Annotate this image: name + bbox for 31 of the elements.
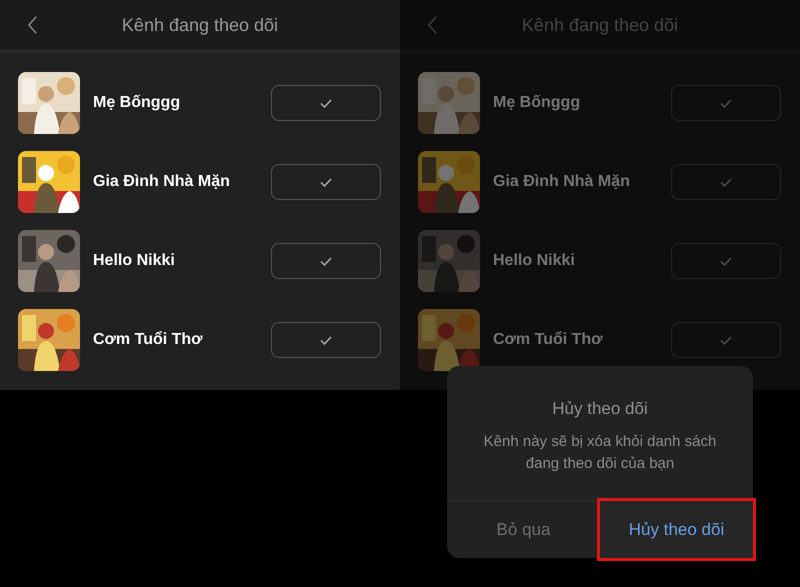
check-icon <box>320 178 332 186</box>
channel-name: Hello Nikki <box>93 251 176 271</box>
check-icon <box>320 256 332 266</box>
channel-name: Cơm Tuổi Thơ <box>93 330 204 350</box>
following-button[interactable] <box>671 322 781 358</box>
following-button[interactable] <box>271 85 381 121</box>
screen-title: Kênh đang theo dõi <box>122 14 278 37</box>
following-button[interactable] <box>271 322 381 358</box>
check-icon <box>720 256 732 266</box>
following-button[interactable] <box>671 85 781 121</box>
following-button[interactable] <box>271 164 381 200</box>
unfollow-button[interactable]: Hủy theo dõi <box>600 501 753 558</box>
channel-name: Mẹ Bốnggg <box>493 93 582 113</box>
dialog-title: Hủy theo dõi <box>552 398 648 420</box>
check-icon <box>720 178 732 186</box>
check-icon <box>720 98 732 108</box>
back-icon[interactable] <box>27 15 38 35</box>
following-button[interactable] <box>671 243 781 279</box>
following-button[interactable] <box>271 243 381 279</box>
channel-name: Gia Đình Nhà Mặn <box>93 172 231 192</box>
cancel-button[interactable]: Bỏ qua <box>447 501 600 558</box>
check-icon <box>720 336 732 344</box>
screen-title: Kênh đang theo dõi <box>522 14 678 37</box>
check-icon <box>320 336 332 344</box>
channel-name: Hello Nikki <box>493 251 576 271</box>
channel-name: Cơm Tuổi Thơ <box>493 330 604 350</box>
following-button[interactable] <box>671 164 781 200</box>
channel-name: Gia Đình Nhà Mặn <box>493 172 631 192</box>
dialog-message: Kênh này sẽ bị xóa khỏi danh sách đang theo dõi của bạn <box>482 432 718 474</box>
check-icon <box>320 98 332 108</box>
channel-name: Mẹ Bốnggg <box>93 93 182 113</box>
